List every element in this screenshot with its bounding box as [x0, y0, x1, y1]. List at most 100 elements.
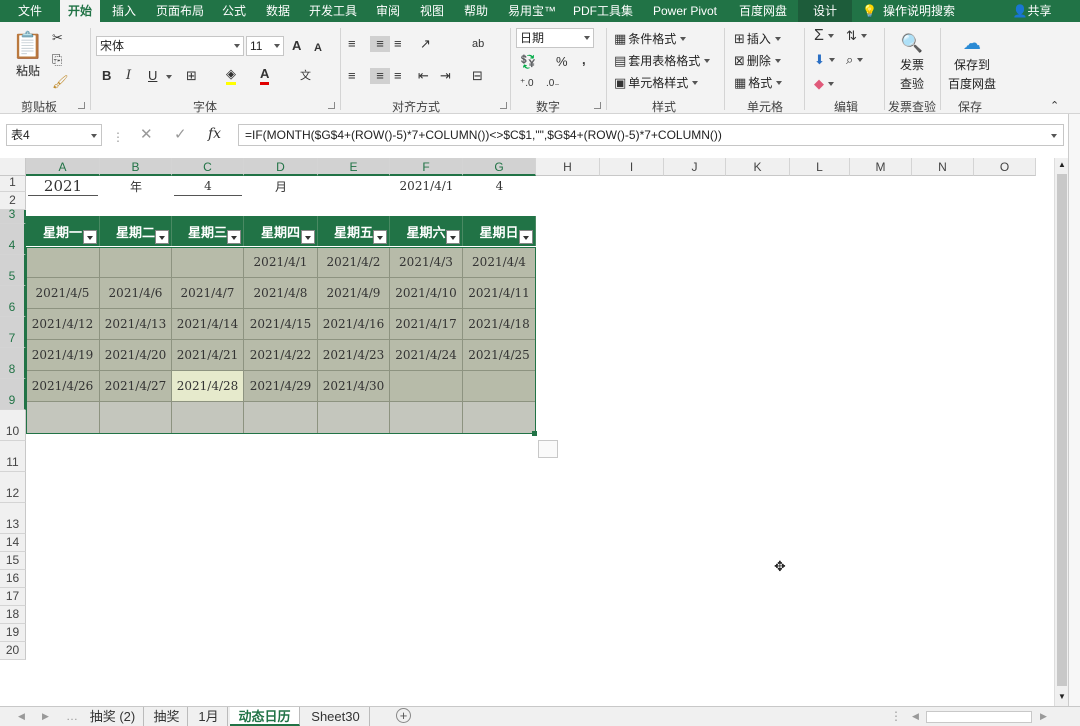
calendar-cell[interactable]: 2021/4/28 — [172, 371, 244, 402]
calendar-cell[interactable]: 2021/4/20 — [100, 340, 172, 371]
row-header[interactable]: 13 — [0, 503, 26, 534]
align-left-icon[interactable]: ≡ — [348, 68, 356, 84]
filter-dropdown-icon[interactable] — [373, 230, 387, 244]
column-header[interactable]: G — [463, 158, 536, 176]
column-header[interactable]: F — [390, 158, 463, 176]
cell-styles-button[interactable]: ▣ 单元格样式 — [614, 74, 699, 91]
format-as-table-button[interactable]: ▤ 套用表格格式 — [614, 52, 711, 69]
calendar-cell[interactable] — [244, 402, 318, 434]
alignment-launcher-icon[interactable] — [500, 102, 507, 109]
calendar-cell[interactable] — [318, 402, 390, 434]
calendar-cell[interactable]: 2021/4/21 — [172, 340, 244, 371]
number-format-select[interactable]: 日期 — [516, 28, 594, 48]
scroll-down-icon[interactable]: ▼ — [1058, 692, 1066, 701]
phonetic-icon[interactable]: 文 — [300, 68, 311, 84]
calendar-cell[interactable] — [463, 402, 536, 434]
next-sheet-icon[interactable]: ▶ — [42, 711, 49, 722]
column-header[interactable]: C — [172, 158, 244, 176]
calendar-cell[interactable] — [172, 402, 244, 434]
row-header[interactable]: 5 — [0, 255, 26, 286]
sheet-tab[interactable]: Sheet30 — [302, 707, 370, 726]
grow-font-icon[interactable]: A — [292, 38, 301, 54]
format-cells-button[interactable]: ▦ 格式 — [734, 74, 783, 91]
calendar-cell[interactable] — [172, 247, 244, 278]
more-sheets-icon[interactable]: … — [66, 709, 78, 723]
tab-pdf-tools[interactable]: PDF工具集 — [570, 0, 636, 22]
calendar-cell[interactable] — [390, 371, 463, 402]
align-top-icon[interactable]: ≡ — [348, 36, 356, 52]
sort-filter-button[interactable]: ⇅ — [846, 28, 867, 44]
font-launcher-icon[interactable] — [328, 102, 335, 109]
column-header[interactable]: A — [26, 158, 100, 176]
comma-button[interactable]: , — [582, 52, 586, 68]
merge-center-icon[interactable]: ⊟ — [472, 68, 483, 84]
calendar-cell[interactable]: 2021/4/30 — [318, 371, 390, 402]
orientation-icon[interactable]: ↗ — [420, 36, 431, 52]
align-right-icon[interactable]: ≡ — [394, 68, 402, 84]
cell-A1[interactable]: 2021 — [28, 176, 98, 196]
number-launcher-icon[interactable] — [594, 102, 601, 109]
calendar-cell[interactable] — [100, 247, 172, 278]
align-center-icon[interactable]: ≡ — [370, 68, 390, 84]
horizontal-scroll-thumb[interactable] — [926, 711, 1032, 723]
scroll-up-icon[interactable]: ▲ — [1058, 160, 1066, 169]
clear-button[interactable]: ◆ — [814, 76, 834, 92]
calendar-cell[interactable]: 2021/4/19 — [26, 340, 100, 371]
italic-button[interactable]: I — [126, 68, 131, 84]
column-header[interactable]: B — [100, 158, 172, 176]
calendar-cell[interactable]: 2021/4/9 — [318, 278, 390, 309]
column-header[interactable]: E — [318, 158, 390, 176]
calendar-cell[interactable]: 2021/4/18 — [463, 309, 536, 340]
row-header[interactable]: 17 — [0, 588, 26, 606]
row-header[interactable]: 3 — [0, 207, 26, 224]
tab-formulas[interactable]: 公式 — [214, 0, 254, 22]
copy-icon[interactable]: ⎘ — [52, 52, 62, 68]
row-header[interactable]: 1 — [0, 175, 26, 192]
row-header[interactable]: 4 — [0, 224, 26, 255]
calendar-cell[interactable]: 2021/4/14 — [172, 309, 244, 340]
tab-home[interactable]: 开始 — [60, 0, 100, 22]
wrap-text-icon[interactable]: ab — [472, 36, 484, 52]
find-select-button[interactable]: ⌕ — [846, 52, 864, 68]
filter-dropdown-icon[interactable] — [155, 230, 169, 244]
column-header[interactable]: O — [974, 158, 1036, 176]
underline-button[interactable]: U — [148, 68, 157, 84]
row-header[interactable]: 9 — [0, 379, 26, 410]
calendar-cell[interactable] — [463, 371, 536, 402]
row-header[interactable]: 12 — [0, 472, 26, 503]
calendar-cell[interactable]: 2021/4/29 — [244, 371, 318, 402]
sheet-tab-active[interactable]: 动态日历 — [230, 707, 300, 726]
calendar-cell[interactable]: 2021/4/15 — [244, 309, 318, 340]
tab-easyuse[interactable]: 易用宝™ — [500, 0, 564, 22]
row-header[interactable]: 8 — [0, 348, 26, 379]
tab-insert[interactable]: 插入 — [104, 0, 144, 22]
increase-indent-icon[interactable]: ⇥ — [440, 68, 451, 84]
tab-developer[interactable]: 开发工具 — [304, 0, 362, 22]
cell-F1[interactable]: 2021/4/1 — [390, 176, 463, 196]
calendar-cell[interactable]: 2021/4/3 — [390, 247, 463, 278]
tab-power-pivot[interactable]: Power Pivot — [642, 0, 728, 22]
calendar-cell[interactable]: 2021/4/7 — [172, 278, 244, 309]
worksheet-grid[interactable]: ABCDEFGHIJKLMNO 1 2 3 4 5 6 7 8 9 10 11 12 13 14 15 16 1… — [0, 158, 1054, 706]
row-header[interactable]: 19 — [0, 624, 26, 642]
tab-review[interactable]: 审阅 — [368, 0, 408, 22]
filter-dropdown-icon[interactable] — [83, 230, 97, 244]
tab-data[interactable]: 数据 — [258, 0, 298, 22]
calendar-cell[interactable] — [100, 402, 172, 434]
share-button[interactable]: 👤共享 — [1004, 0, 1060, 22]
row-header[interactable]: 10 — [0, 410, 26, 441]
delete-cells-button[interactable]: ⊠ 删除 — [734, 52, 781, 69]
column-header[interactable]: K — [726, 158, 790, 176]
calendar-cell[interactable]: 2021/4/25 — [463, 340, 536, 371]
row-header[interactable]: 7 — [0, 317, 26, 348]
cut-icon[interactable]: ✂ — [52, 30, 63, 46]
font-color-button[interactable]: A — [260, 66, 270, 85]
fill-handle[interactable] — [532, 431, 537, 436]
fill-button[interactable]: ⬇ — [814, 52, 835, 68]
increase-decimal-icon[interactable]: ⁺.0 — [520, 76, 534, 92]
calendar-cell[interactable]: 2021/4/10 — [390, 278, 463, 309]
column-header[interactable]: I — [600, 158, 664, 176]
column-header[interactable]: L — [790, 158, 850, 176]
row-header[interactable]: 15 — [0, 552, 26, 570]
calendar-cell[interactable]: 2021/4/12 — [26, 309, 100, 340]
